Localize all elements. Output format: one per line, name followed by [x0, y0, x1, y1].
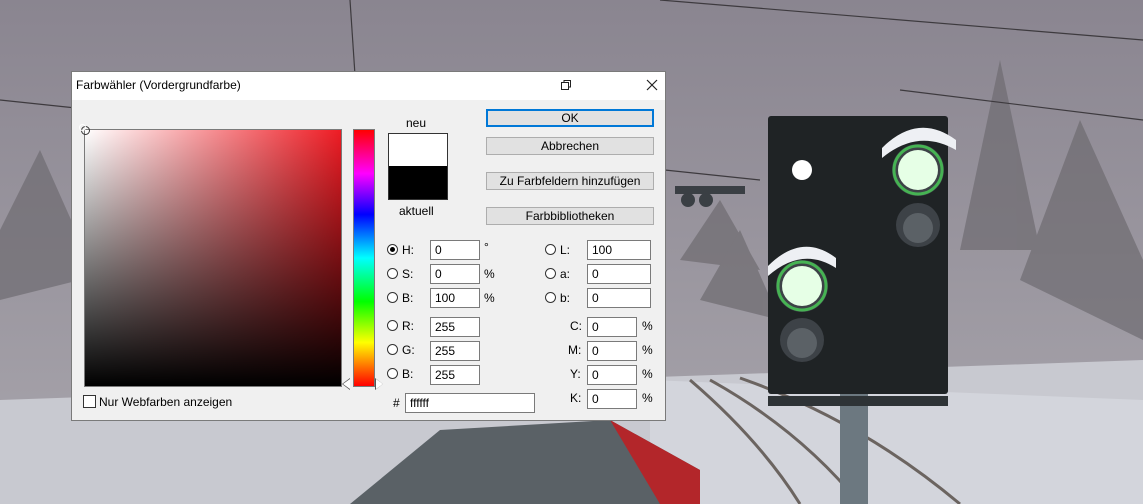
hue-unit: °	[484, 240, 489, 254]
red-field[interactable]	[430, 317, 480, 337]
green-label: G:	[402, 343, 415, 357]
brightness-field[interactable]	[430, 288, 480, 308]
black-field[interactable]	[587, 389, 637, 409]
hex-label: #	[393, 396, 400, 410]
blue-field[interactable]	[430, 365, 480, 385]
color-picker-marker-inner	[79, 124, 86, 131]
restore-window-icon[interactable]	[560, 79, 572, 91]
hue-slider-right-arrow-icon[interactable]	[376, 379, 383, 389]
saturation-unit: %	[484, 267, 495, 281]
red-radio[interactable]	[387, 320, 398, 331]
close-icon[interactable]	[642, 75, 662, 95]
lab-b-radio[interactable]	[545, 292, 556, 303]
blue-label: B:	[402, 367, 414, 381]
color-libraries-button[interactable]: Farbbibliotheken	[486, 207, 654, 225]
green-radio[interactable]	[387, 344, 398, 355]
black-label: K:	[570, 391, 582, 405]
color-picker-dialog: Farbwähler (Vordergrundfarbe) Nur Webfar…	[71, 71, 666, 421]
yellow-field[interactable]	[587, 365, 637, 385]
saturation-radio[interactable]	[387, 268, 398, 279]
hue-field[interactable]	[430, 240, 480, 260]
yellow-label: Y:	[570, 367, 581, 381]
lab-a-radio[interactable]	[545, 268, 556, 279]
new-color-label: neu	[406, 116, 427, 130]
lab-b-label: b:	[560, 291, 571, 305]
current-color-label: aktuell	[399, 204, 434, 218]
red-label: R:	[402, 319, 414, 333]
brightness-unit: %	[484, 291, 495, 305]
ok-button[interactable]: OK	[486, 109, 654, 127]
add-to-swatches-button[interactable]: Zu Farbfeldern hinzufügen	[486, 172, 654, 190]
hex-field[interactable]	[405, 393, 535, 413]
blue-radio[interactable]	[387, 368, 398, 379]
lab-a-label: a:	[560, 267, 571, 281]
brightness-radio[interactable]	[387, 292, 398, 303]
webcolors-label: Nur Webfarben anzeigen	[99, 395, 233, 409]
dialog-title: Farbwähler (Vordergrundfarbe)	[76, 78, 241, 92]
lab-l-label: L:	[560, 243, 571, 257]
color-picker-marker[interactable]	[79, 124, 90, 135]
current-color-swatch[interactable]	[388, 166, 448, 200]
magenta-label: M:	[568, 343, 582, 357]
hue-label: H:	[402, 243, 414, 257]
cyan-unit: %	[642, 319, 653, 333]
green-field[interactable]	[430, 341, 480, 361]
lab-b-field[interactable]	[587, 288, 651, 308]
black-unit: %	[642, 391, 653, 405]
cancel-button[interactable]: Abbrechen	[486, 137, 654, 155]
webcolors-checkbox[interactable]	[83, 395, 96, 408]
lab-a-field[interactable]	[587, 264, 651, 284]
brightness-label: B:	[402, 291, 414, 305]
title-bar[interactable]: Farbwähler (Vordergrundfarbe)	[72, 72, 665, 100]
cyan-label: C:	[570, 319, 582, 333]
saturation-field[interactable]	[430, 264, 480, 284]
yellow-unit: %	[642, 367, 653, 381]
cyan-field[interactable]	[587, 317, 637, 337]
magenta-unit: %	[642, 343, 653, 357]
hue-radio[interactable]	[387, 244, 398, 255]
magenta-field[interactable]	[587, 341, 637, 361]
hue-slider[interactable]	[353, 129, 375, 387]
new-color-swatch	[388, 133, 448, 167]
lab-l-field[interactable]	[587, 240, 651, 260]
lab-l-radio[interactable]	[545, 244, 556, 255]
saturation-brightness-field[interactable]	[79, 124, 342, 387]
saturation-label: S:	[402, 267, 414, 281]
hue-slider-left-arrow-icon[interactable]	[343, 379, 350, 389]
